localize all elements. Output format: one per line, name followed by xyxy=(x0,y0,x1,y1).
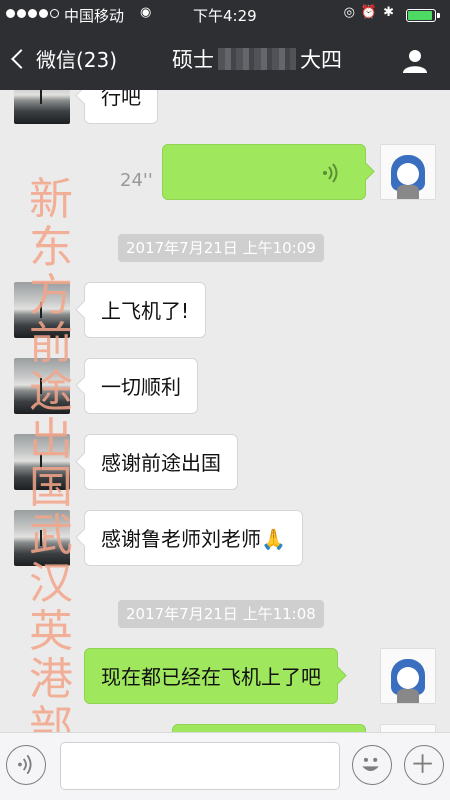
chat-title: 硕士 大四 xyxy=(172,44,342,74)
carrier-label: 中国移动 xyxy=(64,7,125,25)
message-bubble[interactable]: 感谢前途出国 xyxy=(84,434,238,490)
nav-bar: 微信(23) 硕士 大四 xyxy=(0,30,450,90)
chat-area[interactable]: 行吧 24'' 2017年7月21日 上午10:09 上飞机了! 一切顺利 感谢… xyxy=(0,90,450,732)
my-avatar[interactable] xyxy=(380,144,436,200)
chevron-left-icon xyxy=(11,48,31,69)
message-bubble[interactable]: 一切顺利 xyxy=(84,358,198,414)
plus-icon xyxy=(413,754,432,773)
timestamp: 2017年7月21日 上午10:09 xyxy=(118,234,324,262)
signal-icon xyxy=(6,9,59,18)
smiley-icon xyxy=(362,757,379,771)
battery-level xyxy=(408,11,432,20)
title-suffix: 大四 xyxy=(300,48,342,72)
voice-wave-icon xyxy=(323,163,338,183)
message-bubble-partial[interactable] xyxy=(172,724,366,732)
message-bubble[interactable]: 行吧 xyxy=(84,90,158,124)
battery-icon xyxy=(406,9,440,22)
status-bar: 中国移动 ◉ 下午4:29 ◎⏰✱ xyxy=(0,0,450,30)
redacted-name xyxy=(218,48,296,70)
back-label: 微信(23) xyxy=(36,48,118,72)
back-button[interactable]: 微信(23) xyxy=(8,44,117,73)
wifi-icon: ◉ xyxy=(140,5,152,20)
message-bubble[interactable]: 现在都已经在飞机上了吧 xyxy=(84,648,338,704)
watermark-text: 新东方前途出国武汉英港部 xyxy=(29,174,73,733)
more-button[interactable] xyxy=(404,745,444,785)
contact-profile-icon[interactable] xyxy=(402,48,428,74)
voice-message-bubble[interactable] xyxy=(162,144,366,200)
voice-wave-icon xyxy=(18,754,32,775)
title-prefix: 硕士 xyxy=(172,48,214,72)
clock-time: 下午4:29 xyxy=(193,7,257,25)
message-bubble[interactable]: 感谢鲁老师刘老师🙏 xyxy=(84,510,303,566)
emoji-button[interactable] xyxy=(352,745,392,785)
my-avatar[interactable] xyxy=(380,648,436,704)
input-bar xyxy=(0,732,450,800)
timestamp: 2017年7月21日 上午11:08 xyxy=(118,600,324,628)
voice-duration: 24'' xyxy=(120,170,153,191)
voice-input-button[interactable] xyxy=(6,745,46,785)
my-avatar[interactable] xyxy=(380,724,436,732)
status-icons: ◎⏰✱ xyxy=(343,5,400,20)
avatar[interactable] xyxy=(14,90,70,124)
message-input[interactable] xyxy=(60,742,340,790)
message-bubble[interactable]: 上飞机了! xyxy=(84,282,207,338)
